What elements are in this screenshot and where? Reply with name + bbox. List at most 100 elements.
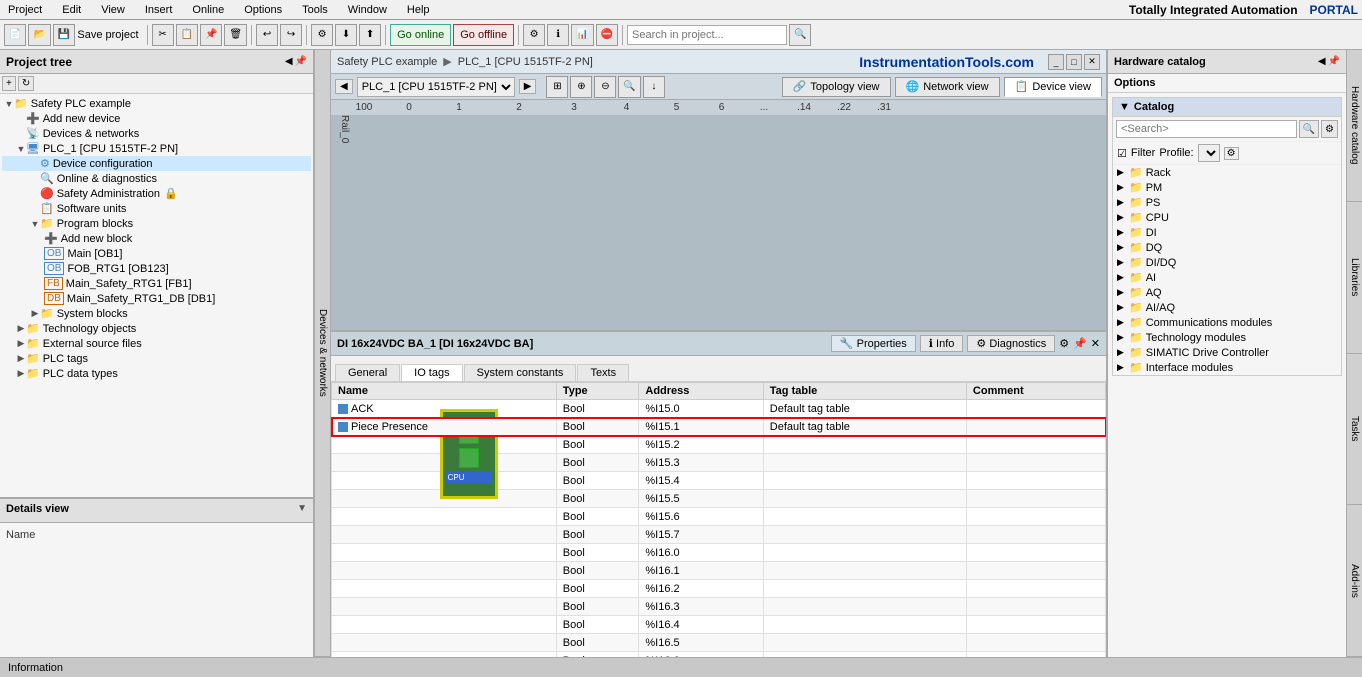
hw-catalog-pin-btn[interactable]: 📌 [1328, 56, 1340, 67]
menu-item-insert[interactable]: Insert [141, 4, 177, 16]
plc-data-types-expand[interactable]: ▶ [16, 368, 26, 379]
catalog-item[interactable]: ▶ 📁 Interface modules [1113, 360, 1341, 375]
menu-item-project[interactable]: Project [4, 4, 46, 16]
tree-item-ext-source[interactable]: ▶ 📁 External source files [2, 336, 311, 351]
menu-item-view[interactable]: View [97, 4, 129, 16]
cut-btn[interactable]: ✂ [152, 24, 174, 46]
copy-btn[interactable]: 📋 [176, 24, 198, 46]
tree-add-btn[interactable]: + [2, 76, 16, 91]
catalog-item[interactable]: ▶ 📁 AI [1113, 270, 1341, 285]
settings-btn[interactable]: ⚙ [523, 24, 545, 46]
prop-close-btn[interactable]: ✕ [1091, 337, 1100, 350]
catalog-item[interactable]: ▶ 📁 PS [1113, 195, 1341, 210]
catalog-item[interactable]: ▶ 📁 DI/DQ [1113, 255, 1341, 270]
ext-source-expand[interactable]: ▶ [16, 338, 26, 349]
edge-tab-addins[interactable]: Add-ins [1347, 505, 1362, 657]
diagram-nav-back[interactable]: ◀ [335, 79, 353, 94]
io-tab-system-constants[interactable]: System constants [464, 364, 577, 381]
tab-network[interactable]: 🌐 Network view [895, 77, 1000, 97]
tree-item-add-device[interactable]: ➕ Add new device [2, 111, 311, 126]
hw-catalog-collapse-btn[interactable]: ◀ [1318, 56, 1326, 67]
tree-item-root[interactable]: ▼ 📁 Safety PLC example [2, 96, 311, 111]
catalog-item[interactable]: ▶ 📁 AI/AQ [1113, 300, 1341, 315]
tree-item-main-safety-fb1[interactable]: FB Main_Safety_RTG1 [FB1] [2, 276, 311, 291]
compile-btn[interactable]: ⚙ [311, 24, 333, 46]
tab-device[interactable]: 📋 Device view [1004, 77, 1102, 97]
device-selector[interactable]: PLC_1 [CPU 1515TF-2 PN] [357, 77, 515, 97]
io-tab-io-tags[interactable]: IO tags [401, 364, 462, 381]
edge-tab-libraries[interactable]: Libraries [1347, 202, 1362, 354]
tree-refresh-btn[interactable]: ↻ [18, 76, 34, 91]
catalog-expand-icon[interactable]: ▼ [1119, 101, 1130, 113]
catalog-item[interactable]: ▶ 📁 Technology modules [1113, 330, 1341, 345]
catalog-item[interactable]: ▶ 📁 Communications modules [1113, 315, 1341, 330]
tree-item-system-blocks[interactable]: ▶ 📁 System blocks [2, 306, 311, 321]
open-btn[interactable]: 📂 [28, 24, 50, 46]
fit-btn[interactable]: ⊞ [546, 76, 568, 98]
catalog-item[interactable]: ▶ 📁 Rack [1113, 165, 1341, 180]
upload-btn[interactable]: ⬆ [359, 24, 381, 46]
catalog-item[interactable]: ▶ 📁 PM [1113, 180, 1341, 195]
tree-pin-btn[interactable]: 📌 [295, 56, 307, 67]
profile-select[interactable] [1198, 144, 1220, 162]
tree-item-devices-networks[interactable]: 📡 Devices & networks [2, 126, 311, 141]
zoom-in-btn[interactable]: ⊕ [570, 76, 592, 98]
tree-item-plc1[interactable]: ▼ 🖥 PLC_1 [CPU 1515TF-2 PN] [2, 141, 311, 156]
prop-pin-btn[interactable]: 📌 [1073, 337, 1087, 350]
tree-item-tech-objects[interactable]: ▶ 📁 Technology objects [2, 321, 311, 336]
table-row[interactable]: Bool%I15.6 [332, 508, 1106, 526]
table-row[interactable]: Piece PresenceBool%I15.1Default tag tabl… [332, 418, 1106, 436]
edge-tab-tasks[interactable]: Tasks [1347, 354, 1362, 506]
details-view-collapse[interactable]: ▼ [297, 503, 307, 518]
tree-item-plc-data-types[interactable]: ▶ 📁 PLC data types [2, 366, 311, 381]
properties-tab-btn[interactable]: 🔧 Properties [831, 335, 916, 352]
diagnostics-tab-btn[interactable]: ⚙ Diagnostics [967, 335, 1055, 352]
profile-settings-btn[interactable]: ⚙ [1224, 147, 1239, 160]
undo-btn[interactable]: ↩ [256, 24, 278, 46]
tree-item-plc-tags[interactable]: ▶ 📁 PLC tags [2, 351, 311, 366]
tree-item-device-config[interactable]: ⚙ Device configuration [2, 156, 311, 171]
search-input[interactable] [627, 25, 787, 45]
edge-tab-hw-catalog[interactable]: Hardware catalog [1347, 50, 1362, 202]
tree-item-software-units[interactable]: 📋 Software units [2, 201, 311, 216]
catalog-item[interactable]: ▶ 📁 DI [1113, 225, 1341, 240]
plc-tags-expand[interactable]: ▶ [16, 353, 26, 364]
tree-item-online-diag[interactable]: 🔍 Online & diagnostics [2, 171, 311, 186]
io-tab-texts[interactable]: Texts [577, 364, 629, 381]
tree-item-program-blocks[interactable]: ▼ 📁 Program blocks [2, 216, 311, 231]
go-offline-btn[interactable]: Go offline [453, 24, 514, 46]
menu-item-window[interactable]: Window [344, 4, 391, 16]
info-btn[interactable]: ℹ [547, 24, 569, 46]
zoom-btn[interactable]: 🔍 [618, 76, 640, 98]
delete-btn[interactable]: 🗑 [224, 24, 247, 46]
catalog-settings-btn[interactable]: ⚙ [1321, 120, 1338, 138]
redo-btn[interactable]: ↪ [280, 24, 302, 46]
tree-collapse-btn[interactable]: ◀ [285, 56, 293, 67]
table-row[interactable]: Bool%I15.7 [332, 526, 1106, 544]
menu-item-help[interactable]: Help [403, 4, 434, 16]
tree-item-safety-admin[interactable]: 🔴 Safety Administration 🔒 [2, 186, 311, 201]
prop-options-btn[interactable]: ⚙ [1059, 337, 1069, 350]
table-row[interactable]: Bool%I16.3 [332, 598, 1106, 616]
info-tab-btn[interactable]: ℹ Info [920, 335, 964, 352]
system-blocks-expand[interactable]: ▶ [30, 308, 40, 319]
tree-item-add-block[interactable]: ➕ Add new block [2, 231, 311, 246]
catalog-item[interactable]: ▶ 📁 CPU [1113, 210, 1341, 225]
zoom-out-btn[interactable]: ⊖ [594, 76, 616, 98]
table-row[interactable]: Bool%I16.0 [332, 544, 1106, 562]
export-btn[interactable]: ↓ [643, 76, 665, 98]
new-btn[interactable]: 📄 [4, 24, 26, 46]
program-blocks-expand[interactable]: ▼ [30, 219, 40, 229]
win-restore-btn[interactable]: □ [1066, 54, 1082, 70]
plc1-expand[interactable]: ▼ [16, 144, 26, 154]
paste-btn[interactable]: 📌 [200, 24, 222, 46]
win-minimize-btn[interactable]: _ [1048, 54, 1064, 70]
table-row[interactable]: Bool%I16.4 [332, 616, 1106, 634]
download-btn[interactable]: ⬇ [335, 24, 357, 46]
left-edge-tab-devices[interactable]: Devices & networks [315, 50, 330, 657]
table-row[interactable]: Bool%I16.1 [332, 562, 1106, 580]
tree-item-main-ob1[interactable]: OB Main [OB1] [2, 246, 311, 261]
io-tab-general[interactable]: General [335, 364, 400, 381]
catalog-search-btn[interactable]: 🔍 [1299, 120, 1319, 138]
menu-item-tools[interactable]: Tools [298, 4, 332, 16]
